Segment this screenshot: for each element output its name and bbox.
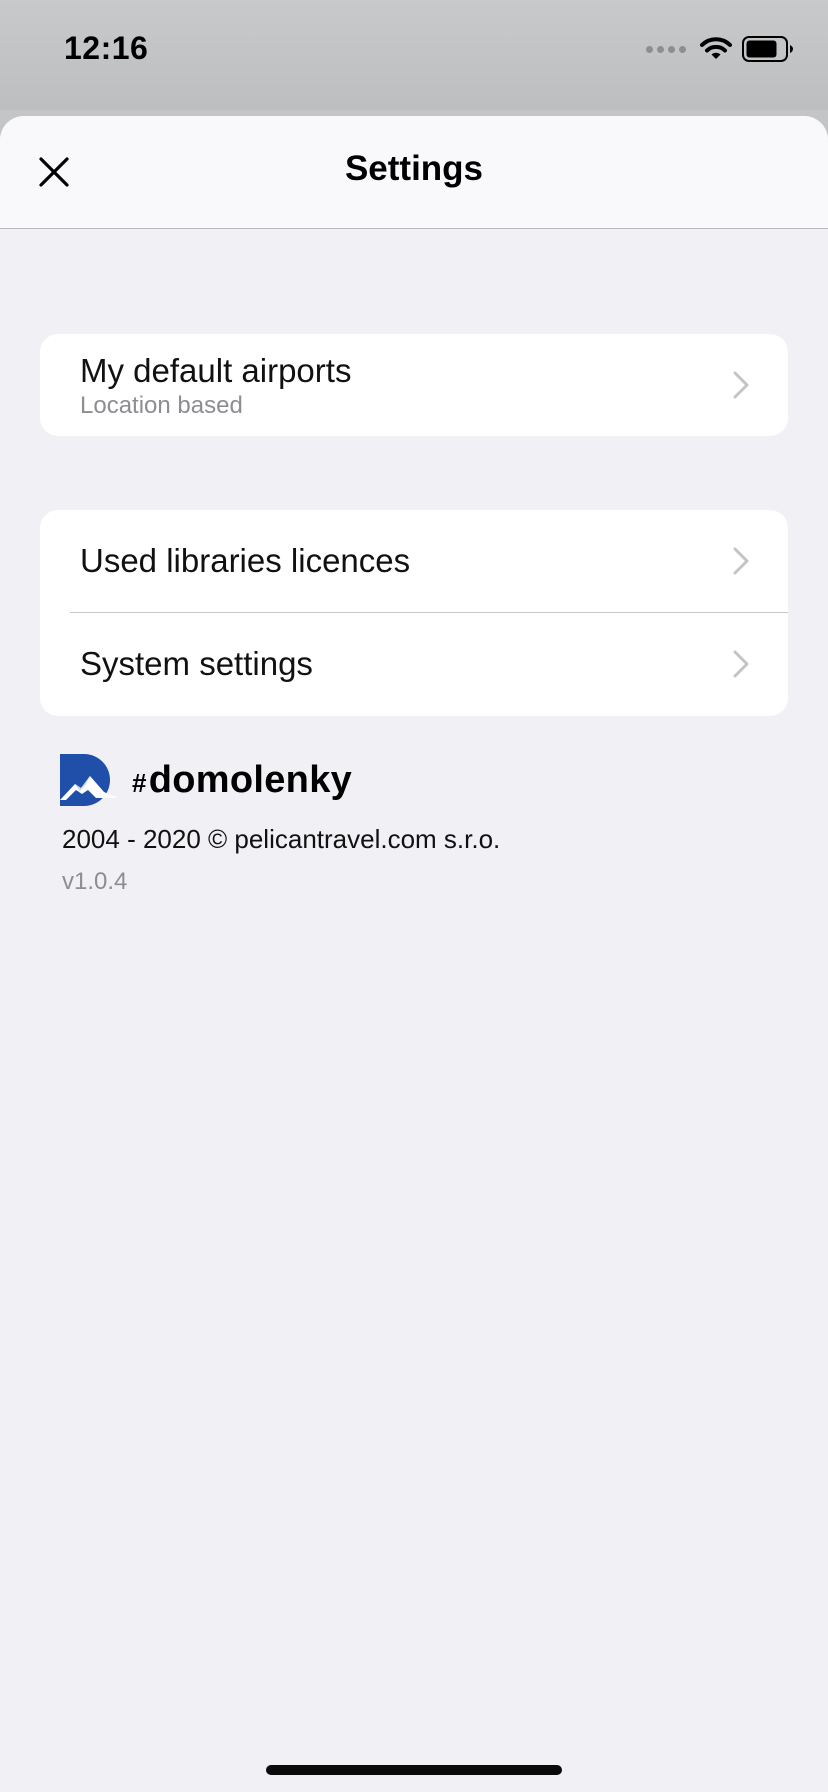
page-title: Settings bbox=[344, 149, 484, 188]
nav-bar: Settings bbox=[0, 116, 828, 229]
cellular-signal-icon bbox=[646, 45, 686, 53]
chevron-right-icon bbox=[733, 371, 749, 399]
battery-icon bbox=[742, 36, 793, 62]
home-indicator[interactable] bbox=[266, 1765, 562, 1775]
chevron-right-icon bbox=[733, 650, 749, 678]
settings-sheet: Settings My default airports Location ba… bbox=[0, 116, 828, 1792]
system-settings-row[interactable]: System settings bbox=[40, 613, 788, 716]
default-airports-subtitle: Location based bbox=[80, 392, 243, 419]
brand: #domolenky bbox=[60, 754, 352, 806]
airports-card: My default airports Location based bbox=[40, 334, 788, 436]
status-icons bbox=[646, 36, 794, 62]
system-settings-label: System settings bbox=[80, 645, 313, 682]
status-time: 12:16 bbox=[64, 30, 149, 66]
default-airports-row[interactable]: My default airports Location based bbox=[40, 334, 788, 436]
info-card: Used libraries licences System settings bbox=[40, 510, 788, 716]
status-bar: 12:16 bbox=[0, 0, 828, 110]
wifi-icon bbox=[700, 37, 732, 59]
default-airports-label: My default airports bbox=[80, 352, 352, 389]
chevron-right-icon bbox=[733, 547, 749, 575]
copyright-text: 2004 - 2020 © pelicantravel.com s.r.o. bbox=[62, 824, 501, 854]
domolenky-logo-icon bbox=[60, 754, 118, 806]
libraries-licences-row[interactable]: Used libraries licences bbox=[40, 510, 788, 613]
version-text: v1.0.4 bbox=[62, 868, 128, 895]
brand-name: #domolenky bbox=[132, 758, 353, 801]
libraries-licences-label: Used libraries licences bbox=[80, 542, 411, 579]
